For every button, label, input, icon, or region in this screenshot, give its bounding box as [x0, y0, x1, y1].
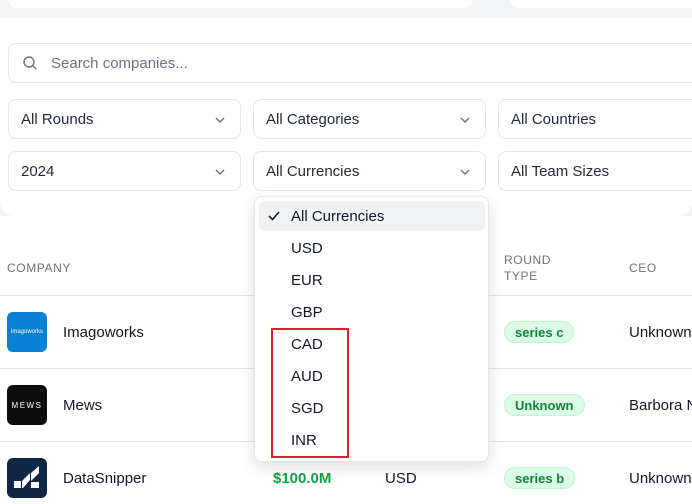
round-badge: series b — [504, 467, 576, 489]
round-badge: series c — [504, 321, 575, 343]
ceo-name: Barbora N — [629, 397, 692, 414]
currency-option-label: GBP — [291, 303, 323, 321]
search-bar[interactable] — [8, 43, 692, 83]
header-ceo[interactable]: CEO — [629, 260, 657, 276]
currencies-select-value: All Currencies — [266, 162, 360, 180]
chevron-down-icon — [215, 117, 225, 123]
currency-option-label: EUR — [291, 271, 323, 289]
currency-option-eur[interactable]: EUR — [259, 265, 485, 295]
ceo-name: Unknown — [629, 470, 692, 487]
logo-wordmark: MEWS — [11, 400, 43, 410]
logo-wordmark: imagoworks — [10, 329, 43, 335]
header-round-type-line1[interactable]: ROUND — [504, 252, 551, 268]
chevron-down-icon — [215, 169, 225, 175]
team-sizes-select[interactable]: All Team Sizes — [498, 151, 692, 191]
round-badge: Unknown — [504, 394, 585, 416]
rounds-select-value: All Rounds — [21, 110, 94, 128]
header-round-type-line2[interactable]: TYPE — [504, 268, 538, 284]
team-sizes-select-value: All Team Sizes — [511, 162, 610, 180]
countries-select[interactable]: All Countries — [498, 99, 692, 139]
currency-option-label: All Currencies — [291, 207, 385, 225]
ceo-name: Unknown — [629, 324, 692, 341]
categories-select-value: All Categories — [266, 110, 360, 128]
currency-option-gbp[interactable]: GBP — [259, 297, 485, 327]
search-icon — [23, 56, 37, 70]
company-logo: imagoworks — [7, 312, 47, 352]
annotation-highlight-box — [271, 328, 349, 458]
currencies-select[interactable]: All Currencies — [253, 151, 486, 191]
top-card — [8, 0, 473, 8]
currency-option-usd[interactable]: USD — [259, 233, 485, 263]
top-strip — [0, 0, 692, 18]
company-name[interactable]: Mews — [63, 397, 102, 414]
checkmark-icon — [268, 211, 280, 221]
countries-select-value: All Countries — [511, 110, 597, 128]
categories-select[interactable]: All Categories — [253, 99, 486, 139]
company-logo: MEWS — [7, 385, 47, 425]
rounds-select[interactable]: All Rounds — [8, 99, 241, 139]
year-select-value: 2024 — [21, 162, 55, 180]
year-select[interactable]: 2024 — [8, 151, 241, 191]
funding-amount: $100.0M — [273, 470, 332, 487]
currency-option-all[interactable]: All Currencies — [259, 201, 485, 231]
header-company[interactable]: COMPANY — [7, 260, 71, 276]
company-logo — [7, 458, 47, 498]
company-name[interactable]: DataSnipper — [63, 470, 146, 487]
currency-option-label: USD — [291, 239, 323, 257]
search-input[interactable] — [51, 54, 651, 72]
top-card — [510, 0, 692, 8]
chevron-down-icon — [460, 169, 470, 175]
funding-currency: USD — [385, 470, 417, 487]
company-name[interactable]: Imagoworks — [63, 324, 144, 341]
chevron-down-icon — [460, 117, 470, 123]
datasnipper-logo-icon — [14, 466, 39, 488]
